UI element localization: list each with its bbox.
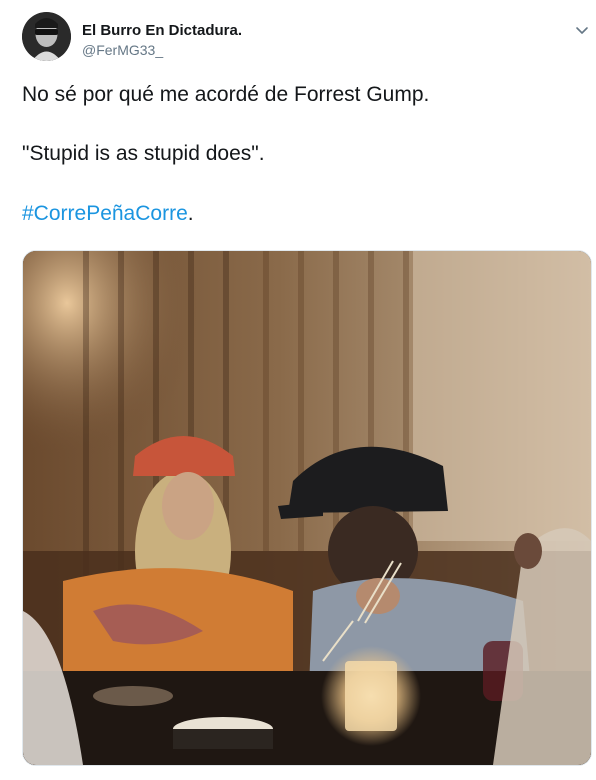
photo-restaurant-scene xyxy=(23,251,591,765)
chevron-down-icon[interactable] xyxy=(572,20,592,40)
tweet-card: El Burro En Dictadura. @FerMG33_ No sé p… xyxy=(0,0,596,780)
tweet-photo[interactable] xyxy=(22,250,592,766)
tweet-text-line-1: No sé por qué me acordé de Forrest Gump. xyxy=(22,83,430,106)
tweet-text-line-3: #CorrePeñaCorre. xyxy=(22,201,194,227)
user-handle[interactable]: @FerMG33_ xyxy=(82,42,163,58)
hashtag-link[interactable]: #CorrePeñaCorre xyxy=(22,202,188,225)
hashtag-suffix: . xyxy=(187,202,194,225)
tweet-text-line-2: "Stupid is as stupid does". xyxy=(22,142,265,165)
avatar[interactable] xyxy=(22,12,71,61)
display-name[interactable]: El Burro En Dictadura. xyxy=(82,22,242,39)
avatar-image xyxy=(22,12,71,61)
